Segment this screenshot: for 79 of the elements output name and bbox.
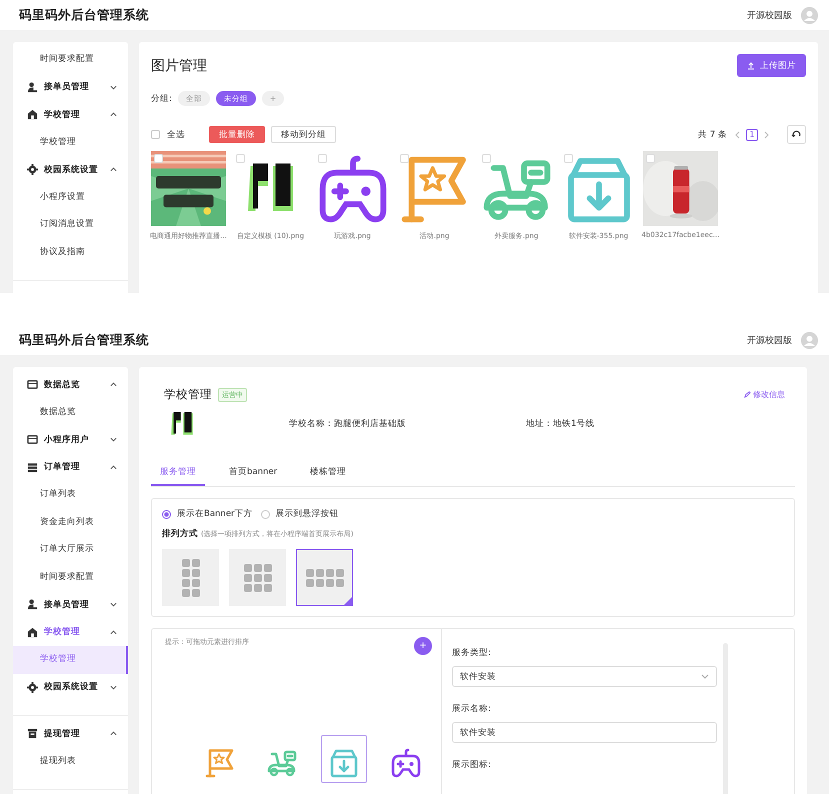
layout-option[interactable] xyxy=(229,549,286,606)
tab[interactable]: 楼栋管理 xyxy=(301,466,356,486)
edition-label: 开源校园版 xyxy=(747,334,792,346)
nav-item[interactable]: 订单列表 xyxy=(13,481,128,508)
edition-label: 开源校园版 xyxy=(747,10,792,22)
nav-item[interactable]: 学校管理 xyxy=(13,128,128,156)
select-all-checkbox[interactable] xyxy=(151,130,160,139)
field-label: 服务类型: xyxy=(452,647,492,659)
select-all-label: 全选 xyxy=(167,128,185,140)
settings-icon xyxy=(27,164,38,176)
tab[interactable]: 服务管理 xyxy=(151,466,205,486)
edit-link[interactable]: 修改信息 xyxy=(744,389,785,400)
nav-group[interactable]: 小程序用户 xyxy=(13,426,128,454)
image-checkbox[interactable] xyxy=(646,154,655,163)
service-tile[interactable] xyxy=(321,735,367,783)
nav-item[interactable]: 提现列表 xyxy=(13,748,128,775)
add-button[interactable]: + xyxy=(414,637,432,655)
image-checkbox[interactable] xyxy=(400,154,409,163)
nav-item[interactable]: 资金走向列表 xyxy=(13,508,128,536)
image-checkbox[interactable] xyxy=(236,154,245,163)
upload-icon xyxy=(747,62,755,70)
school-address: 地址：地铁1号线 xyxy=(526,418,594,430)
page-button[interactable]: 1 xyxy=(746,128,758,140)
building-icon xyxy=(27,109,38,120)
bin-icon xyxy=(27,728,38,740)
nav-item[interactable]: 小程序设置 xyxy=(13,184,128,211)
service-type-select[interactable]: 软件安装 xyxy=(452,666,717,687)
nav-item[interactable]: 订单大厅展示 xyxy=(13,536,128,564)
nav-item[interactable]: 订阅消息设置 xyxy=(13,211,128,238)
total-count: 共 7 条 xyxy=(698,128,727,140)
nav-group[interactable]: 接单员管理 xyxy=(13,591,128,618)
page-title: 图片管理 xyxy=(151,56,208,74)
nav-group[interactable]: 接单员管理 xyxy=(13,74,128,101)
nav-group[interactable]: 校园系统设置 xyxy=(13,156,128,184)
chevron-right-icon[interactable] xyxy=(764,130,769,138)
nav-group[interactable]: 学校管理 xyxy=(13,101,128,128)
display-name-field[interactable]: 软件安装 xyxy=(452,722,717,743)
layout-option[interactable] xyxy=(296,549,353,606)
monitor-icon xyxy=(27,434,38,446)
app-title: 码里码外后台管理系统 xyxy=(19,332,149,348)
image-checkbox[interactable] xyxy=(564,154,573,163)
refresh-icon[interactable] xyxy=(787,125,806,144)
nav-item[interactable]: 学校管理 xyxy=(13,646,128,674)
avatar-icon[interactable] xyxy=(801,6,818,24)
move-button[interactable]: 移动到分组 xyxy=(271,126,336,143)
nav-group[interactable]: 校园系统设置 xyxy=(13,674,128,701)
field-label: 展示图标: xyxy=(452,759,492,771)
upload-button[interactable]: 上传图片 xyxy=(737,54,806,77)
layout-option[interactable] xyxy=(162,549,219,606)
avatar-icon[interactable] xyxy=(801,332,818,348)
radio-button[interactable] xyxy=(162,510,171,518)
nav-group[interactable]: 提现管理 xyxy=(13,720,128,748)
nav-group[interactable]: 订单管理 xyxy=(13,454,128,481)
layout-title: 排列方式 xyxy=(162,528,198,540)
building-icon xyxy=(27,626,38,638)
stack-icon xyxy=(27,462,38,473)
field-label: 展示名称: xyxy=(452,703,492,715)
radio-label[interactable]: 展示在Banner下方 xyxy=(177,508,253,520)
image-checkbox[interactable] xyxy=(318,154,327,163)
school-name: 学校名称：跑腿便利店基础版 xyxy=(289,418,406,430)
radio-button[interactable] xyxy=(260,510,270,518)
section-title: 学校管理 xyxy=(164,387,212,402)
nav-group[interactable]: 学校管理 xyxy=(13,618,128,646)
settings-icon xyxy=(27,682,38,693)
nav-item[interactable]: 时间要求配置 xyxy=(13,564,128,591)
tab[interactable]: 首页banner xyxy=(220,466,286,486)
nav-item[interactable]: 协议及指南 xyxy=(13,238,128,266)
nav-item[interactable]: 时间要求配置 xyxy=(13,46,128,74)
monitor-icon xyxy=(27,379,38,390)
chevron-left-icon[interactable] xyxy=(735,130,740,138)
image-checkbox[interactable] xyxy=(154,154,163,163)
group-label: 分组: xyxy=(151,92,172,104)
nav-item[interactable]: 数据总览 xyxy=(13,398,128,426)
chevron-icon xyxy=(701,674,709,679)
nav-group[interactable]: 数据总览 xyxy=(13,371,128,398)
pencil-icon xyxy=(744,391,751,398)
app-title: 码里码外后台管理系统 xyxy=(19,6,149,24)
radio-label[interactable]: 展示到悬浮按钮 xyxy=(276,508,339,520)
image-checkbox[interactable] xyxy=(482,154,491,163)
